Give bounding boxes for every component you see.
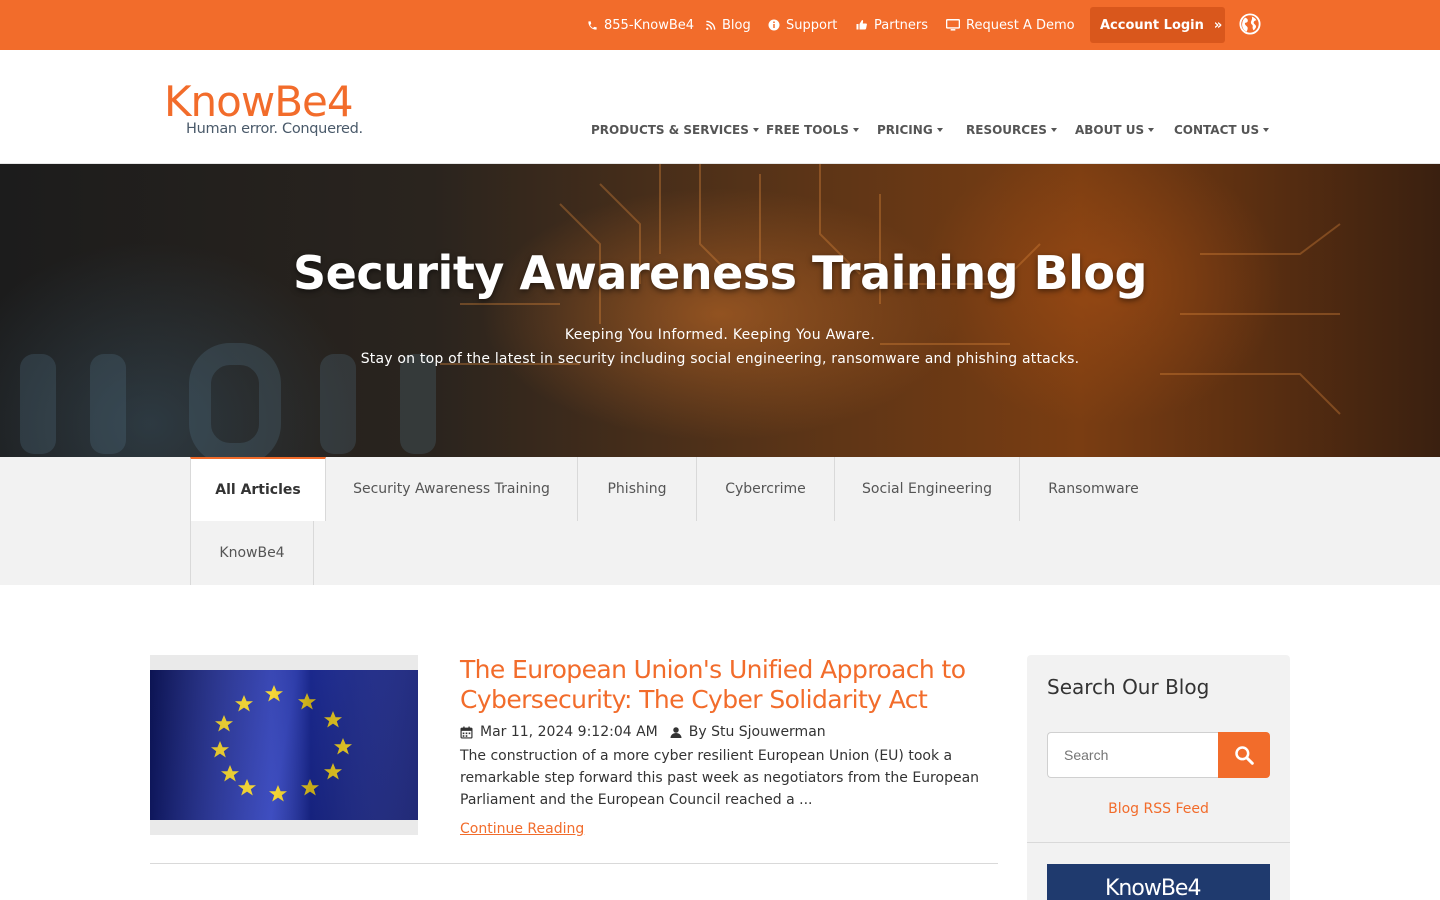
nav-products-services[interactable]: PRODUCTS & SERVICES [591, 120, 759, 140]
info-icon [768, 19, 780, 31]
eu-flag-image[interactable] [150, 670, 418, 820]
caret-down-icon [852, 128, 859, 132]
phone-icon [588, 20, 597, 30]
article-date: Mar 11, 2024 9:12:04 AM [480, 724, 658, 740]
nav-contact-us[interactable]: CONTACT US [1174, 120, 1270, 140]
tab-social-engineering[interactable]: Social Engineering [835, 457, 1020, 521]
nav-about-us[interactable]: ABOUT US [1075, 120, 1155, 140]
circuit-pattern-background [20, 164, 1341, 457]
caret-down-icon [1050, 128, 1057, 132]
account-login-button[interactable]: Account Login » [1090, 7, 1225, 43]
search-icon [1235, 746, 1254, 765]
globe-icon[interactable] [1239, 13, 1261, 35]
article-title-link[interactable]: The European Union's Unified Approach to… [460, 655, 1000, 715]
tab-label: Security Awareness Training [353, 481, 550, 497]
category-tabs: All Articles Security Awareness Training… [0, 457, 1440, 585]
hero-banner: Security Awareness Training Blog Keeping… [0, 164, 1440, 457]
logo-tagline: Human error. Conquered. [186, 121, 363, 137]
article-meta: Mar 11, 2024 9:12:04 AM By Stu Sjouwerma… [460, 724, 826, 740]
tab-label: Cybercrime [725, 481, 806, 497]
hero-description: Stay on top of the latest in security in… [360, 351, 1080, 367]
tab-security-awareness-training[interactable]: Security Awareness Training [326, 457, 578, 521]
eu-flag-stars [150, 670, 418, 820]
request-demo-label: Request A Demo [966, 17, 1075, 33]
nav-label: FREE TOOLS [766, 123, 849, 137]
tab-phishing[interactable]: Phishing [578, 457, 697, 521]
continue-reading-link[interactable]: Continue Reading [460, 821, 584, 837]
article-thumbnail-frame[interactable] [150, 655, 418, 835]
partners-label: Partners [874, 17, 929, 33]
nav-label: CONTACT US [1174, 123, 1260, 137]
request-demo-link[interactable]: Request A Demo [946, 0, 1075, 50]
logo-wordmark: KnowBe4 [164, 77, 354, 126]
banner-logo-text: KnowBe4 [1105, 876, 1201, 900]
blog-label: Blog [722, 17, 751, 33]
site-header: KnowBe4 Human error. Conquered. PRODUCTS… [0, 50, 1440, 164]
phone-link[interactable]: 855-KnowBe4 [587, 0, 694, 50]
knowbe4-promo-banner[interactable]: KnowBe4 [1047, 864, 1270, 900]
phone-label: 855-KnowBe4 [604, 17, 695, 33]
nav-resources[interactable]: RESOURCES [966, 120, 1057, 140]
article-author: By Stu Sjouwerman [688, 724, 826, 740]
thumbs-up-icon [856, 20, 867, 30]
hero-title: Security Awareness Training Blog [293, 246, 1147, 300]
desktop-icon [946, 19, 960, 31]
hero-subtitle: Keeping You Informed. Keeping You Aware. [564, 327, 876, 343]
tab-cybercrime[interactable]: Cybercrime [697, 457, 835, 521]
search-button[interactable] [1218, 732, 1270, 778]
tab-label: Ransomware [1048, 481, 1139, 497]
account-login-label: Account Login [1100, 17, 1204, 33]
article-excerpt: The construction of a more cyber resilie… [460, 748, 980, 808]
user-icon [670, 726, 682, 738]
blog-search-input[interactable] [1047, 732, 1219, 778]
tab-all-articles[interactable]: All Articles [190, 457, 326, 521]
article-divider [150, 863, 998, 864]
tab-label: Social Engineering [862, 481, 992, 497]
nav-label: ABOUT US [1075, 123, 1145, 137]
calendar-icon [460, 726, 473, 739]
support-link[interactable]: Support [768, 0, 837, 50]
caret-down-icon [1263, 128, 1270, 132]
caret-down-icon [936, 128, 943, 132]
sidebar-heading: Search Our Blog [1047, 675, 1210, 699]
tab-knowbe4[interactable]: KnowBe4 [190, 521, 314, 585]
sidebar-divider [1027, 842, 1290, 843]
blog-link[interactable]: Blog [705, 0, 751, 50]
rss-icon [706, 20, 716, 30]
caret-down-icon [752, 128, 759, 132]
blog-rss-feed-link[interactable]: Blog RSS Feed [1027, 801, 1290, 817]
nav-label: PRICING [877, 123, 933, 137]
top-utility-bar: 855-KnowBe4 Blog Support Partners Reques… [0, 0, 1440, 50]
support-label: Support [786, 17, 838, 33]
nav-pricing[interactable]: PRICING [877, 120, 943, 140]
nav-label: PRODUCTS & SERVICES [591, 123, 749, 137]
blog-sidebar: Search Our Blog Blog RSS Feed KnowBe4 [1027, 655, 1290, 900]
tab-label: All Articles [215, 482, 301, 498]
caret-down-icon [1148, 128, 1155, 132]
tab-ransomware[interactable]: Ransomware [1020, 457, 1167, 521]
double-chevron-right-icon: » [1213, 17, 1223, 33]
nav-free-tools[interactable]: FREE TOOLS [766, 120, 859, 140]
partners-link[interactable]: Partners [855, 0, 928, 50]
tab-label: Phishing [607, 481, 667, 497]
tab-label: KnowBe4 [219, 545, 285, 561]
knowbe4-logo[interactable]: KnowBe4 Human error. Conquered. [164, 77, 369, 143]
nav-label: RESOURCES [966, 123, 1047, 137]
